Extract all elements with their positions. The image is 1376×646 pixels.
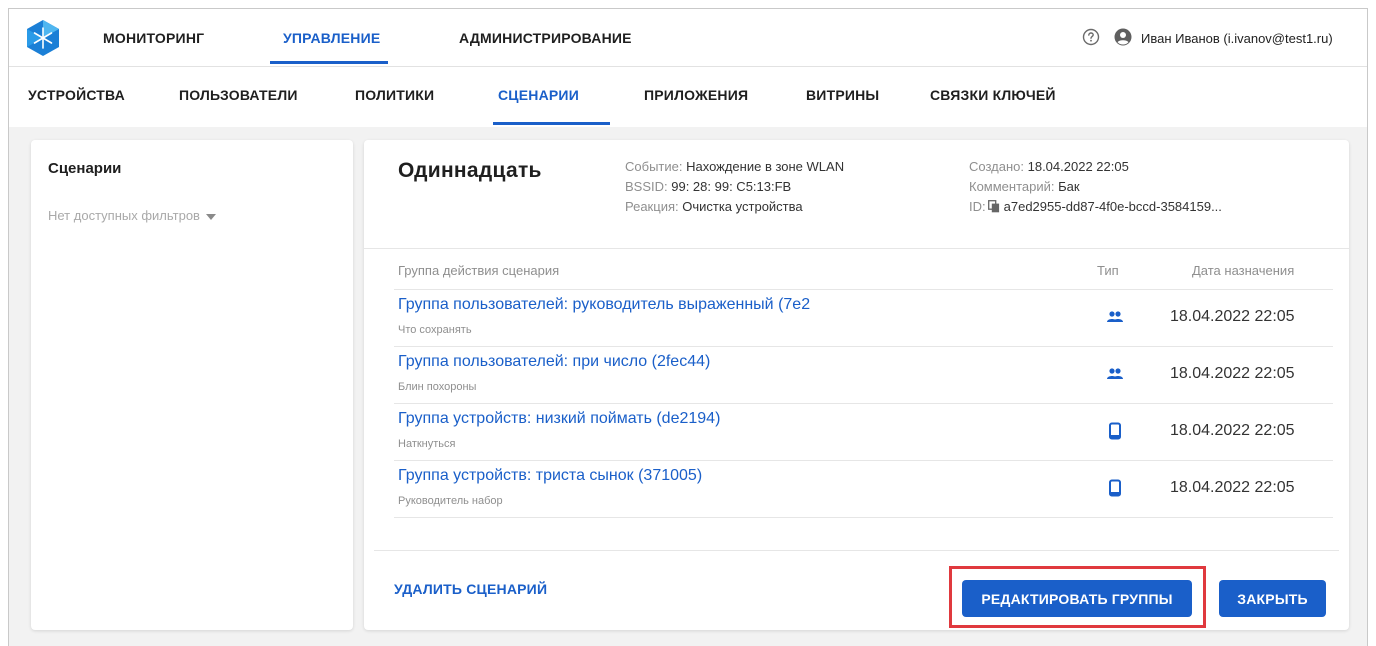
id-label: ID: xyxy=(969,199,986,214)
bssid-label: BSSID: xyxy=(625,179,668,194)
tab-users[interactable]: ПОЛЬЗОВАТЕЛИ xyxy=(179,87,298,103)
table-row[interactable]: Группа пользователей: руководитель выраж… xyxy=(394,290,1333,347)
group-link[interactable]: Группа устройств: триста сынок (371005) xyxy=(398,467,702,485)
group-description: Блин похороны xyxy=(398,381,477,393)
comment-label: Комментарий: xyxy=(969,179,1055,194)
tab-keychains[interactable]: СВЯЗКИ КЛЮЧЕЙ xyxy=(930,87,1056,103)
column-header-type[interactable]: Тип xyxy=(1097,263,1119,278)
users-icon xyxy=(1107,311,1123,322)
scenario-title: Одиннадцать xyxy=(398,159,542,182)
table-row[interactable]: Группа устройств: низкий поймать (de2194… xyxy=(394,404,1333,461)
scenarios-list-panel: Сценарии Нет доступных фильтров xyxy=(31,140,353,630)
tab-applications[interactable]: ПРИЛОЖЕНИЯ xyxy=(644,87,748,103)
edit-groups-button[interactable]: РЕДАКТИРОВАТЬ ГРУППЫ xyxy=(962,580,1192,617)
delete-scenario-button[interactable]: УДАЛИТЬ СЦЕНАРИЙ xyxy=(394,581,547,597)
topnav-active-indicator xyxy=(270,61,388,64)
comment-line: Комментарий: Бак xyxy=(969,177,1222,197)
created-label: Создано: xyxy=(969,159,1024,174)
column-header-date[interactable]: Дата назначения xyxy=(1192,263,1294,278)
topnav-management[interactable]: УПРАВЛЕНИЕ xyxy=(283,30,380,46)
copy-icon[interactable] xyxy=(987,200,1000,213)
users-icon xyxy=(1107,368,1123,379)
group-description: Что сохранять xyxy=(398,324,472,336)
reaction-line: Реакция: Очистка устройства xyxy=(625,197,844,217)
footer-divider xyxy=(374,550,1339,551)
tab-devices[interactable]: УСТРОЙСТВА xyxy=(28,87,125,103)
id-value: a7ed2955-dd87-4f0e-bccd-3584159... xyxy=(1003,199,1222,214)
caret-down-icon xyxy=(205,213,216,220)
assignment-date: 18.04.2022 22:05 xyxy=(1170,479,1295,496)
assignment-date: 18.04.2022 22:05 xyxy=(1170,365,1295,382)
event-line: Событие: Нахождение в зоне WLAN xyxy=(625,157,844,177)
assignment-date: 18.04.2022 22:05 xyxy=(1170,422,1295,439)
user-account-icon[interactable] xyxy=(1114,28,1132,46)
device-icon xyxy=(1109,479,1121,497)
tab-policies[interactable]: ПОЛИТИКИ xyxy=(355,87,434,103)
close-button[interactable]: ЗАКРЫТЬ xyxy=(1219,580,1326,617)
app-logo-icon[interactable] xyxy=(26,19,60,57)
group-description: Руководитель набор xyxy=(398,495,503,507)
top-bar: МОНИТОРИНГ УПРАВЛЕНИЕ АДМИНИСТРИРОВАНИЕ … xyxy=(9,9,1367,67)
id-line: ID: a7ed2955-dd87-4f0e-bccd-3584159... xyxy=(969,197,1222,217)
table-row[interactable]: Группа пользователей: при число (2fec44)… xyxy=(394,347,1333,404)
comment-value: Бак xyxy=(1058,179,1080,194)
subnav-active-indicator xyxy=(493,122,610,125)
column-header-group[interactable]: Группа действия сценария xyxy=(398,263,559,278)
filter-label: Нет доступных фильтров xyxy=(48,208,200,223)
group-link[interactable]: Группа пользователей: при число (2fec44) xyxy=(398,353,710,371)
topnav-monitoring[interactable]: МОНИТОРИНГ xyxy=(103,30,204,46)
user-name[interactable]: Иван Иванов (i.ivanov@test1.ru) xyxy=(1141,31,1333,46)
device-icon xyxy=(1109,422,1121,440)
reaction-value: Очистка устройства xyxy=(682,199,803,214)
scenario-meta-left: Событие: Нахождение в зоне WLAN BSSID: 9… xyxy=(625,157,844,217)
filter-dropdown[interactable]: Нет доступных фильтров xyxy=(48,208,216,223)
event-value: Нахождение в зоне WLAN xyxy=(686,159,845,174)
group-link[interactable]: Группа устройств: низкий поймать (de2194… xyxy=(398,410,720,428)
group-link[interactable]: Группа пользователей: руководитель выраж… xyxy=(398,296,810,314)
group-description: Наткнуться xyxy=(398,438,456,450)
bssid-value: 99: 28: 99: C5:13:FB xyxy=(671,179,792,194)
panel-title: Сценарии xyxy=(48,160,122,177)
table-row[interactable]: Группа устройств: триста сынок (371005) … xyxy=(394,461,1333,518)
bssid-line: BSSID: 99: 28: 99: C5:13:FB xyxy=(625,177,844,197)
created-value: 18.04.2022 22:05 xyxy=(1027,159,1129,174)
reaction-label: Реакция: xyxy=(625,199,679,214)
assignment-date: 18.04.2022 22:05 xyxy=(1170,308,1295,325)
tab-showcases[interactable]: ВИТРИНЫ xyxy=(806,87,879,103)
help-icon[interactable] xyxy=(1082,28,1100,46)
tab-scenarios[interactable]: СЦЕНАРИИ xyxy=(498,87,579,103)
header-divider xyxy=(364,248,1349,249)
scenario-meta-right: Создано: 18.04.2022 22:05 Комментарий: Б… xyxy=(969,157,1222,217)
sub-nav-bar: УСТРОЙСТВА ПОЛЬЗОВАТЕЛИ ПОЛИТИКИ СЦЕНАРИ… xyxy=(9,67,1367,127)
scenario-details-panel: Одиннадцать Событие: Нахождение в зоне W… xyxy=(364,140,1349,630)
created-line: Создано: 18.04.2022 22:05 xyxy=(969,157,1222,177)
event-label: Событие: xyxy=(625,159,683,174)
topnav-administration[interactable]: АДМИНИСТРИРОВАНИЕ xyxy=(459,30,632,46)
app-frame: МОНИТОРИНГ УПРАВЛЕНИЕ АДМИНИСТРИРОВАНИЕ … xyxy=(8,8,1368,646)
